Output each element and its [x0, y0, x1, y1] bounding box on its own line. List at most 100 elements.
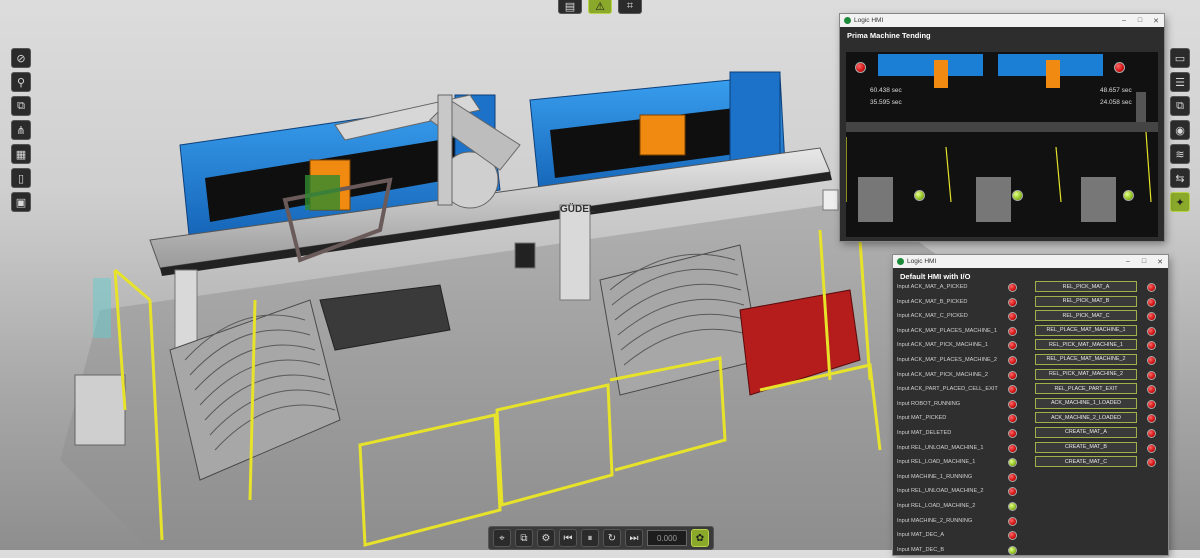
output-toggle-button[interactable]: CREATE_MAT_A: [1035, 426, 1137, 438]
output-toggle-button[interactable]: ACK_MACHINE_2_LOADED: [1035, 412, 1137, 424]
output-toggle-button[interactable]: REL_PICK_MAT_MACHINE_1: [1035, 339, 1137, 351]
window-title: Logic HMI: [907, 258, 937, 265]
window-titlebar[interactable]: Logic HMI – □ ✕: [840, 14, 1164, 27]
snap-icon[interactable]: ⌖: [493, 529, 511, 547]
input-status-lamp: [1008, 531, 1017, 541]
input-status-lamp: [1008, 312, 1017, 322]
input-status-lamp: [1008, 326, 1017, 336]
io-row: Input MAT_PICKED ACK_MACHINE_2_LOADED: [893, 412, 1168, 427]
window-titlebar[interactable]: Logic HMI – □ ✕: [893, 255, 1168, 268]
status-lamp: [1012, 190, 1023, 201]
cycle-timer: 60.438 sec: [870, 87, 902, 94]
output-toggle-button[interactable]: REL_PLACE_PART_EXIT: [1035, 383, 1137, 395]
output-toggle-button[interactable]: ACK_MACHINE_1_LOADED: [1035, 397, 1137, 409]
output-toggle-button[interactable]: CREATE_MAT_C: [1035, 456, 1137, 468]
io-label: Input ACK_MAT_PICK_MACHINE_2: [897, 371, 988, 378]
pause-icon[interactable]: ⏸: [581, 529, 599, 547]
output-toggle-button[interactable]: REL_PLACE_MAT_MACHINE_2: [1035, 353, 1137, 365]
run-icon[interactable]: ✦: [1170, 192, 1190, 212]
sensor-icon[interactable]: ◉: [1170, 120, 1190, 140]
input-status-lamp: [1008, 545, 1017, 555]
output-toggle-button[interactable]: REL_PICK_MAT_B: [1035, 295, 1137, 307]
io-row: Input ACK_MAT_C_PICKED REL_PICK_MAT_C: [893, 310, 1168, 325]
brand-label: GÜDEL: [560, 202, 595, 215]
copy-icon[interactable]: ⧉: [1170, 96, 1190, 116]
input-status-lamp: [1008, 428, 1017, 438]
robot-icon[interactable]: ⚙: [537, 529, 555, 547]
prima-mini-view: 60.438 sec 35.595 sec 48.657 sec 24.058 …: [845, 52, 1158, 237]
cycle-timer: 35.595 sec: [870, 99, 902, 106]
output-status-lamp: [1147, 385, 1156, 395]
output-toggle-button[interactable]: REL_PICK_MAT_MACHINE_2: [1035, 368, 1137, 380]
close-icon[interactable]: ✕: [1152, 258, 1168, 266]
connect-icon[interactable]: ⇆: [1170, 168, 1190, 188]
io-row: Input MAT_DELETED CREATE_MAT_A: [893, 426, 1168, 442]
status-lamp: [1114, 62, 1125, 73]
io-row: Input ACK_MAT_PICK_MACHINE_2 REL_PICK_MAT…: [893, 368, 1168, 384]
input-status-lamp: [1008, 341, 1017, 351]
rewind-icon[interactable]: ⏮: [559, 529, 577, 547]
frame-icon[interactable]: ⧉: [515, 529, 533, 547]
io-label: Input MACHINE_2_RUNNING: [897, 517, 973, 524]
output-status-lamp: [1147, 355, 1156, 365]
output-status-lamp: [1147, 312, 1156, 322]
signal-icon[interactable]: ≋: [1170, 144, 1190, 164]
io-label: Input ACK_MAT_PLACES_MACHINE_1: [897, 327, 998, 334]
calculator-icon[interactable]: ▦: [11, 144, 31, 164]
select-icon[interactable]: ⊘: [11, 48, 31, 68]
list-icon[interactable]: ☰: [1170, 72, 1190, 92]
operator-terminal-2: [822, 189, 839, 211]
schematic-icon[interactable]: ⌗: [618, 0, 642, 14]
loop-icon[interactable]: ↻: [603, 529, 621, 547]
right-toolbar: ▭ ☰ ⧉ ◉ ≋ ⇆ ✦: [1170, 48, 1192, 212]
save-icon[interactable]: ▣: [11, 192, 31, 212]
io-row: Input ACK_MAT_PLACES_MACHINE_2 REL_PLACE_…: [893, 353, 1168, 369]
window-title: Logic HMI: [854, 17, 884, 24]
top-toolbar: ▤ ⚠ ⌗: [558, 0, 642, 14]
output-toggle-button[interactable]: REL_PICK_MAT_C: [1035, 310, 1137, 322]
io-row: Input ACK_PART_PLACED_CELL_EXIT REL_PLACE…: [893, 383, 1168, 398]
minimize-icon[interactable]: –: [1116, 17, 1132, 24]
app-logo-icon: [897, 258, 904, 265]
input-status-lamp: [1008, 399, 1017, 409]
panel-icon[interactable]: ▭: [1170, 48, 1190, 68]
output-toggle-button[interactable]: REL_PLACE_MAT_MACHINE_1: [1035, 324, 1137, 336]
light-curtain: [93, 278, 111, 338]
copy-icon[interactable]: ⧉: [11, 96, 31, 116]
minimize-icon[interactable]: –: [1120, 258, 1136, 265]
io-label: Input MACHINE_1_RUNNING: [897, 473, 973, 480]
io-row: Input MACHINE_1_RUNNING: [893, 471, 1168, 486]
maximize-icon[interactable]: □: [1136, 258, 1152, 265]
io-row: Input REL_LOAD_MACHINE_2: [893, 500, 1168, 515]
settings-icon[interactable]: ✿: [691, 529, 709, 547]
prima-hmi-window[interactable]: Logic HMI – □ ✕ Prima Machine Tending 60…: [840, 14, 1164, 241]
io-label: Input ACK_PART_PLACED_CELL_EXIT: [897, 386, 998, 393]
default-hmi-window[interactable]: Logic HMI – □ ✕ Default HMI with I/O Inp…: [893, 255, 1168, 555]
speed-input[interactable]: 0.000: [647, 530, 687, 546]
document-icon[interactable]: ▯: [11, 168, 31, 188]
layout-icon[interactable]: ▤: [558, 0, 582, 14]
close-icon[interactable]: ✕: [1148, 17, 1164, 25]
measure-icon[interactable]: ⚲: [11, 72, 31, 92]
network-icon[interactable]: ⋔: [11, 120, 31, 140]
cycle-timer: 24.058 sec: [1100, 99, 1132, 106]
output-toggle-button[interactable]: REL_PICK_MAT_A: [1035, 281, 1137, 292]
io-row: Input MAT_DEC_B: [893, 544, 1168, 558]
io-label: Input ACK_MAT_B_PICKED: [897, 298, 968, 305]
panel-header: Prima Machine Tending: [847, 31, 931, 40]
output-status-lamp: [1147, 443, 1156, 453]
output-status-lamp: [1147, 370, 1156, 380]
left-toolbar: ⊘ ⚲ ⧉ ⋔ ▦ ▯ ▣: [11, 48, 33, 212]
output-status-lamp: [1147, 341, 1156, 351]
output-status-lamp: [1147, 283, 1156, 292]
gripper: [305, 175, 340, 210]
maximize-icon[interactable]: □: [1132, 17, 1148, 24]
warning-icon[interactable]: ⚠: [588, 0, 612, 14]
io-row: Input REL_UNLOAD_MACHINE_1 CREATE_MAT_B: [893, 441, 1168, 457]
output-status-lamp: [1147, 458, 1156, 468]
io-label: Input REL_LOAD_MACHINE_2: [897, 502, 976, 509]
step-forward-icon[interactable]: ⏭: [625, 529, 643, 547]
io-label: Input ACK_MAT_PLACES_MACHINE_2: [897, 356, 998, 363]
output-toggle-button[interactable]: CREATE_MAT_B: [1035, 441, 1137, 453]
cycle-timer: 48.657 sec: [1100, 87, 1132, 94]
